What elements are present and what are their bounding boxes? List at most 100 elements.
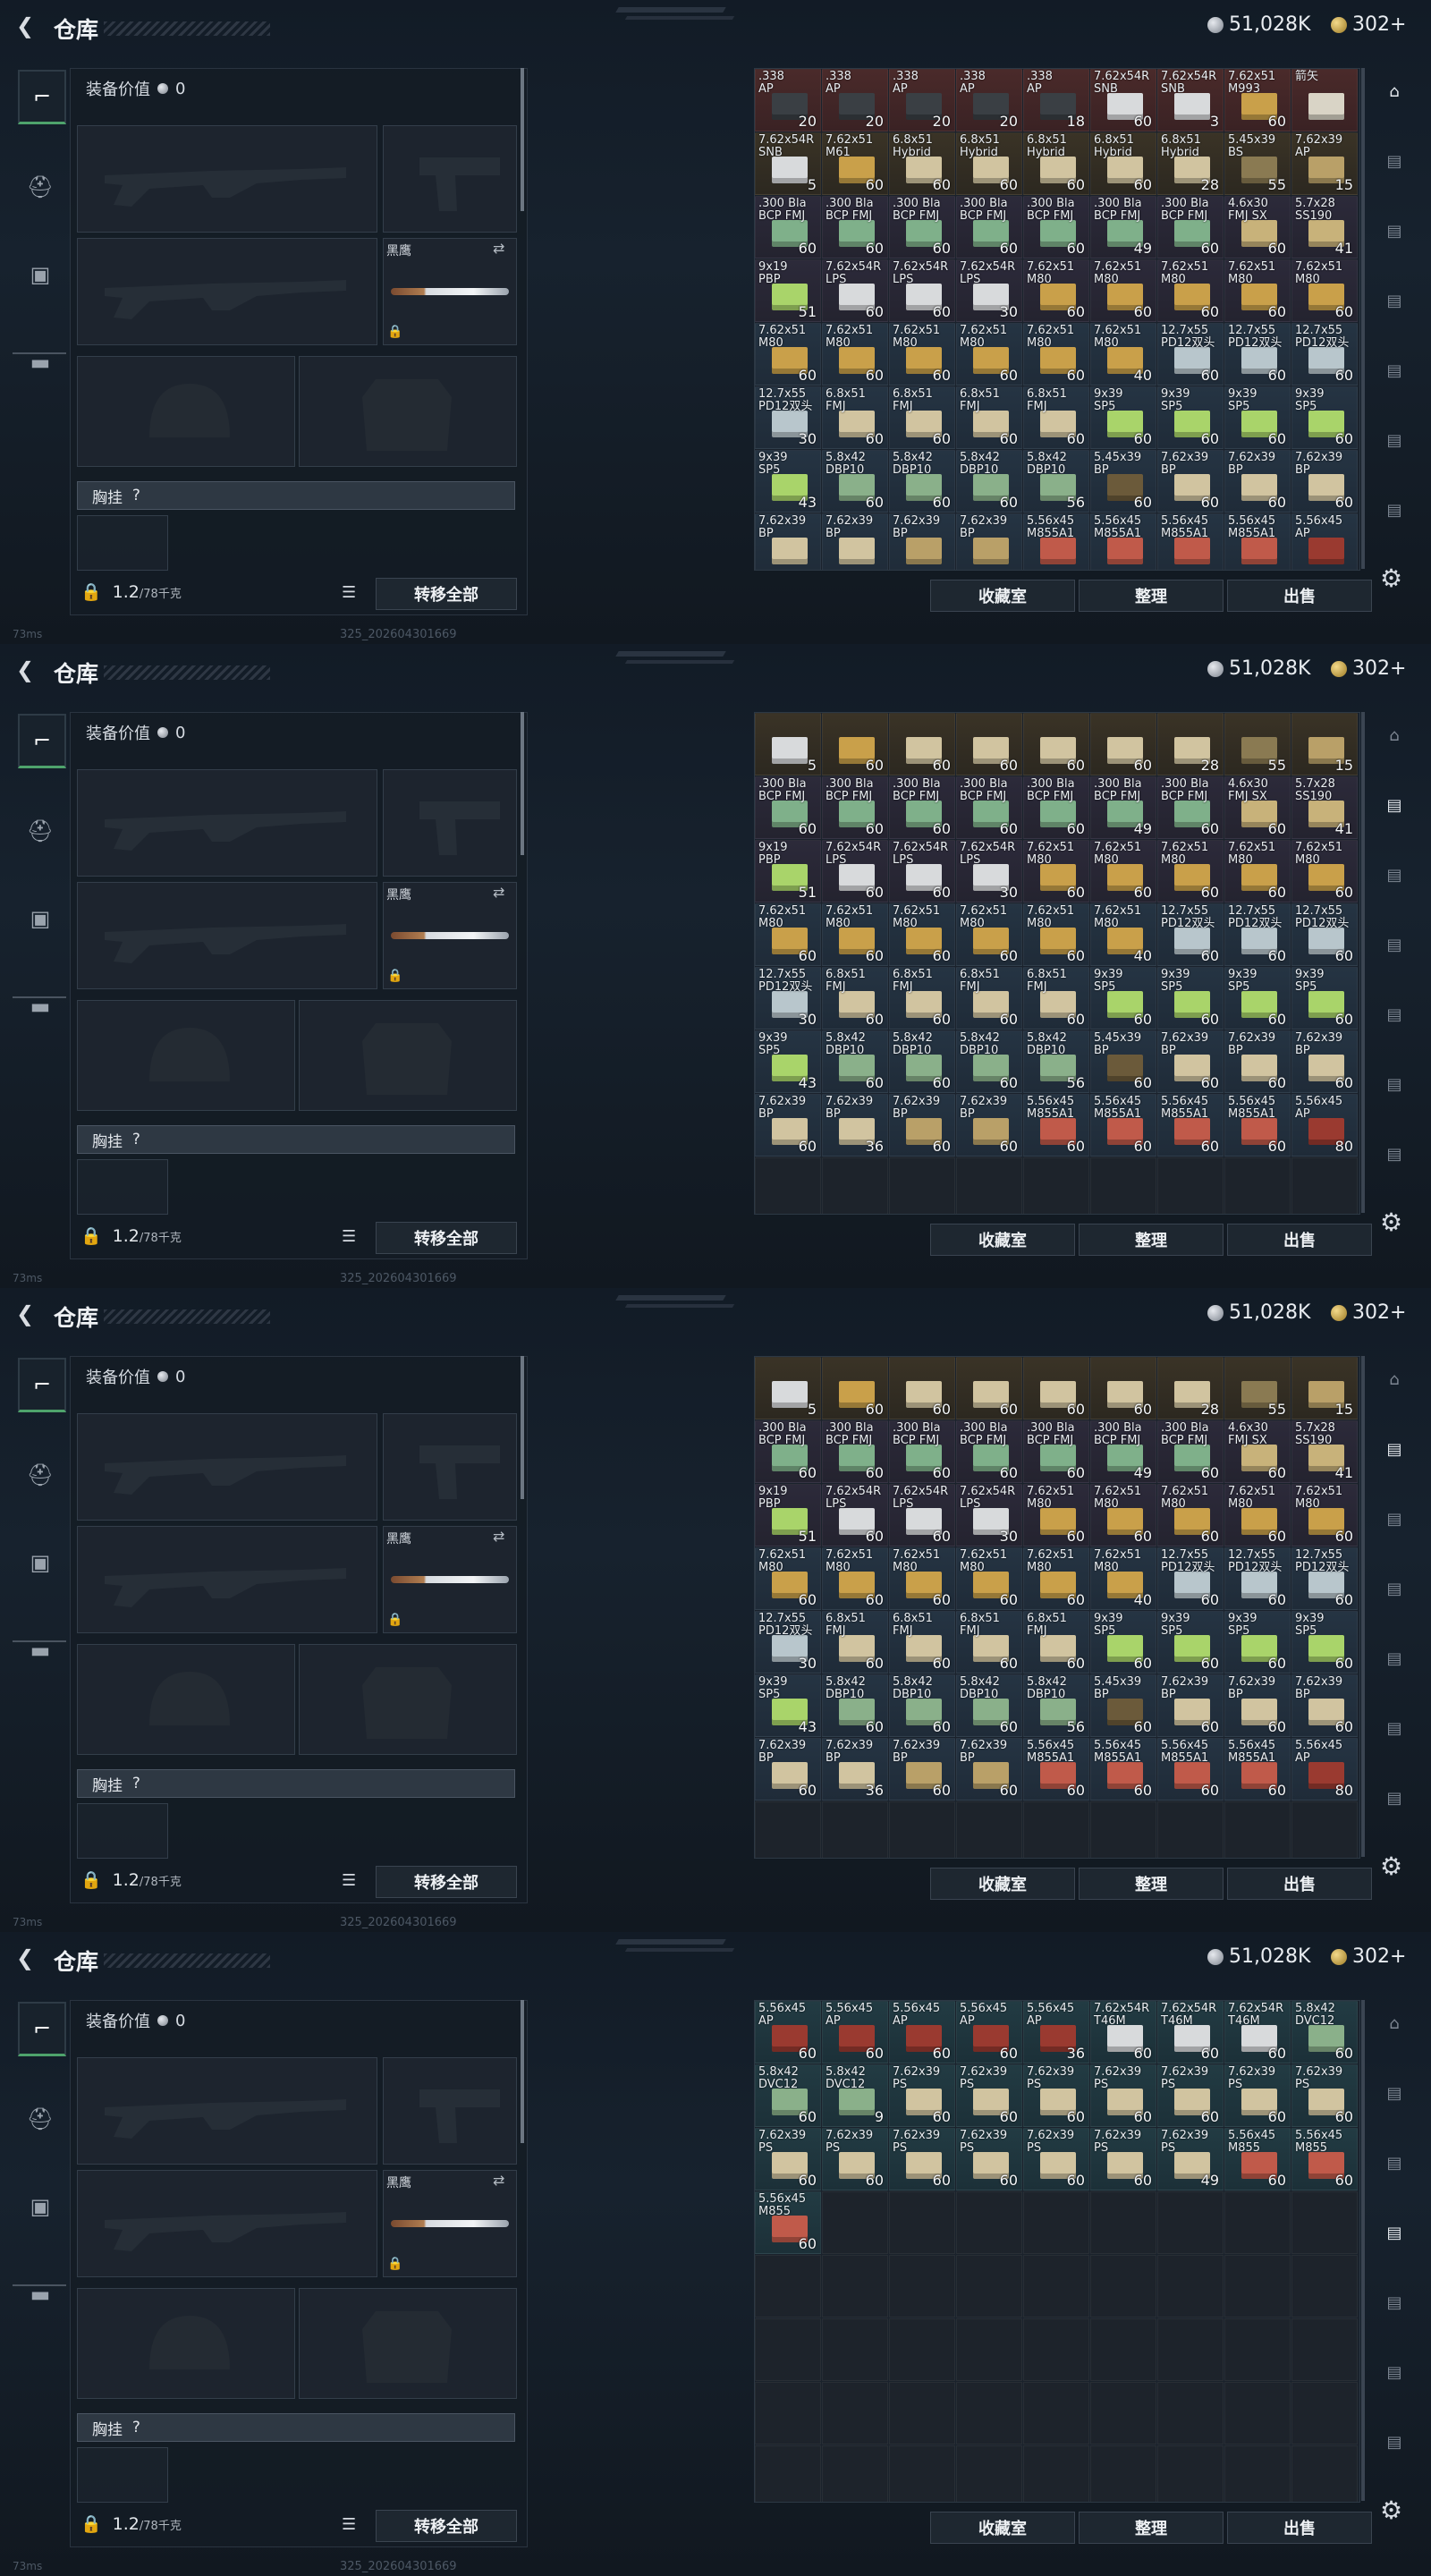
transfer-all-button[interactable]: 转移全部 — [376, 1866, 517, 1898]
ammo-item[interactable]: 9x39 SP5 60 — [1291, 386, 1358, 449]
ammo-item[interactable]: 7.62x54R LPS 60 — [822, 1484, 888, 1546]
empty-grid-cell[interactable] — [889, 2382, 955, 2445]
ammo-item[interactable]: 5.56x45 M855A1 — [1224, 513, 1291, 570]
empty-grid-cell[interactable] — [1291, 2318, 1358, 2381]
ammo-item[interactable]: 9x39 SP5 60 — [1157, 967, 1224, 1030]
ammo-item[interactable]: 6.8x51 Hybrid 28 — [1157, 132, 1224, 195]
ammo-item[interactable]: 4.6x30 FMJ SX 60 — [1224, 1420, 1291, 1483]
ammo-item[interactable]: 5 — [755, 713, 821, 775]
empty-grid-cell[interactable] — [889, 2445, 955, 2502]
silver-currency[interactable]: 51,028K — [1207, 1945, 1310, 1968]
ammo-item[interactable]: .300 Bla BCP FMJ 60 — [822, 776, 888, 839]
ammo-item[interactable]: 9x19 PBP 51 — [755, 840, 821, 902]
empty-grid-cell[interactable] — [889, 2255, 955, 2318]
ammo-item[interactable]: .300 Bla BCP FMJ 60 — [1157, 196, 1224, 258]
ammo-item[interactable]: 7.62x39 BP 60 — [755, 1738, 821, 1801]
ammo-item[interactable]: 7.62x51 M80 60 — [1157, 259, 1224, 322]
tab-backpack[interactable]: ▣ — [18, 894, 63, 944]
ammo-item[interactable]: 9x19 PBP 51 — [755, 259, 821, 322]
ammo-item[interactable]: 5.56x45 M855A1 60 — [1224, 1094, 1291, 1157]
ammo-item[interactable]: 7.62x51 M80 60 — [1090, 1484, 1156, 1546]
back-arrow-icon[interactable]: ❮ — [16, 1947, 36, 1969]
tab-armor[interactable]: ⛑ — [18, 2094, 63, 2144]
ammo-item[interactable]: 6.8x51 FMJ 60 — [956, 386, 1022, 449]
empty-grid-cell[interactable] — [956, 2191, 1022, 2254]
ammo-item[interactable]: 5.56x45 AP 36 — [1023, 2001, 1089, 2063]
ammo-item[interactable]: 60 — [1023, 1357, 1089, 1419]
ammo-item[interactable]: 5.8x42 DBP10 56 — [1023, 450, 1089, 513]
empty-grid-cell[interactable] — [822, 2382, 888, 2445]
silver-currency[interactable]: 51,028K — [1207, 13, 1310, 36]
chest-rig-help[interactable]: ? — [132, 1775, 140, 1792]
ammo-item[interactable]: 7.62x51 M80 60 — [1023, 1484, 1089, 1546]
helmet-slot[interactable] — [77, 1000, 295, 1111]
equipment-scrollbar[interactable] — [521, 712, 524, 855]
ammo-item[interactable]: 5.45x39 BP 60 — [1090, 1030, 1156, 1093]
collection-room-button[interactable]: 收藏室 — [930, 1868, 1075, 1900]
ammo-item[interactable]: 12.7x55 PD12双头 30 — [755, 967, 821, 1030]
ammo-item[interactable]: 5.8x42 DVC12 9 — [822, 2064, 888, 2127]
melee-slot[interactable]: 黑鹰 ⇄ 🔒 — [383, 238, 517, 345]
empty-grid-cell[interactable] — [1157, 1157, 1224, 1214]
body-armor-slot[interactable] — [299, 1644, 517, 1755]
empty-grid-cell[interactable] — [1291, 1157, 1358, 1214]
ammo-item[interactable]: .300 Bla BCP FMJ 49 — [1090, 196, 1156, 258]
warehouse-page-5-icon[interactable]: ▤ — [1374, 422, 1415, 458]
ammo-item[interactable]: 60 — [956, 713, 1022, 775]
ammo-item[interactable]: 7.62x51 M80 60 — [822, 323, 888, 386]
ammo-item[interactable]: 6.8x51 FMJ 60 — [1023, 1611, 1089, 1674]
ammo-item[interactable]: 60 — [1090, 713, 1156, 775]
ammo-item[interactable]: 7.62x54R LPS 30 — [956, 259, 1022, 322]
ammo-item[interactable]: 60 — [1023, 713, 1089, 775]
empty-grid-cell[interactable] — [1224, 1157, 1291, 1214]
warehouse-page-1-icon[interactable]: ▤ — [1374, 1431, 1415, 1467]
ammo-item[interactable]: 7.62x51 M80 60 — [1224, 1484, 1291, 1546]
ammo-item[interactable]: 9x39 SP5 43 — [755, 1674, 821, 1737]
chest-rig-slot[interactable] — [77, 1159, 168, 1215]
ammo-item[interactable]: 5.8x42 DBP10 60 — [956, 450, 1022, 513]
settings-gear-icon[interactable]: ⚙ — [1380, 564, 1402, 593]
ammo-item[interactable]: 7.62x39 PS 60 — [1023, 2128, 1089, 2190]
ammo-item[interactable]: .300 Bla BCP FMJ 60 — [889, 1420, 955, 1483]
ammo-item[interactable]: 7.62x39 PS 60 — [889, 2064, 955, 2127]
silver-currency[interactable]: 51,028K — [1207, 657, 1310, 680]
empty-grid-cell[interactable] — [1291, 2445, 1358, 2502]
ammo-item[interactable]: 6.8x51 FMJ 60 — [1023, 386, 1089, 449]
ammo-item[interactable]: 28 — [1157, 713, 1224, 775]
settings-gear-icon[interactable]: ⚙ — [1380, 2496, 1402, 2525]
ammo-item[interactable]: 15 — [1291, 713, 1358, 775]
ammo-item[interactable]: .300 Bla BCP FMJ 60 — [755, 196, 821, 258]
empty-grid-cell[interactable] — [822, 2255, 888, 2318]
ammo-item[interactable]: 7.62x51 M80 60 — [1090, 840, 1156, 902]
transfer-all-button[interactable]: 转移全部 — [376, 2510, 517, 2542]
ammo-item[interactable]: 7.62x39 BP 60 — [956, 1738, 1022, 1801]
empty-grid-cell[interactable] — [755, 2382, 821, 2445]
sidearm-slot[interactable] — [383, 1413, 517, 1521]
ammo-item[interactable]: 9x39 SP5 60 — [1090, 386, 1156, 449]
ammo-item[interactable]: .300 Bla BCP FMJ 60 — [755, 776, 821, 839]
tab-backpack[interactable]: ▣ — [18, 1538, 63, 1588]
ammo-item[interactable]: 12.7x55 PD12双头 60 — [1224, 903, 1291, 966]
warehouse-home-icon[interactable]: ⌂ — [1374, 2005, 1415, 2041]
ammo-item[interactable]: 箭矢 — [1291, 69, 1358, 131]
warehouse-page-6-icon[interactable]: ▤ — [1374, 2424, 1415, 2460]
ammo-item[interactable]: .300 Bla BCP FMJ 60 — [1157, 776, 1224, 839]
ammo-item[interactable]: 7.62x39 BP 60 — [1224, 1674, 1291, 1737]
sidearm-slot[interactable] — [383, 2057, 517, 2165]
ammo-item[interactable]: 7.62x39 PS 60 — [1090, 2128, 1156, 2190]
tab-backpack[interactable]: ▣ — [18, 250, 63, 300]
empty-grid-cell[interactable] — [1224, 2255, 1291, 2318]
ammo-item[interactable]: 6.8x51 FMJ 60 — [822, 967, 888, 1030]
empty-grid-cell[interactable] — [1023, 2191, 1089, 2254]
silver-currency[interactable]: 51,028K — [1207, 1301, 1310, 1324]
gold-currency[interactable]: 302+ — [1331, 1301, 1406, 1324]
ammo-item[interactable]: .300 Bla BCP FMJ 60 — [1157, 1420, 1224, 1483]
ammo-item[interactable]: 6.8x51 FMJ 60 — [889, 967, 955, 1030]
tab-weapons[interactable]: ⌐ — [18, 714, 66, 768]
ammo-item[interactable]: .300 Bla BCP FMJ 49 — [1090, 1420, 1156, 1483]
ammo-item[interactable]: 55 — [1224, 713, 1291, 775]
ammo-item[interactable]: 5.8x42 DVC12 60 — [1291, 2001, 1358, 2063]
ammo-item[interactable]: 5.56x45 AP 60 — [755, 2001, 821, 2063]
ammo-item[interactable]: 7.62x51 M80 60 — [822, 1547, 888, 1610]
chest-rig-header[interactable]: 胸挂 ? — [77, 2413, 515, 2442]
